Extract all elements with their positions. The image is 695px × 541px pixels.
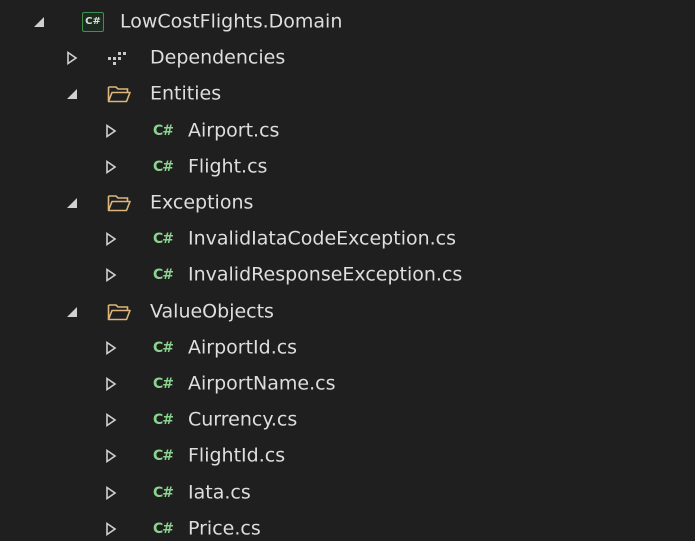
collapsed-arrow-icon[interactable]	[103, 448, 119, 464]
tree-item-label: FlightId.cs	[188, 444, 286, 467]
csharp-file-glyph: C#	[153, 375, 174, 392]
csharp-file-icon: C#	[153, 412, 174, 429]
tree-item[interactable]: C# AirportId.cs	[0, 330, 695, 366]
tree-item[interactable]: C# AirportName.cs	[0, 366, 695, 402]
folder-open-icon	[107, 84, 131, 104]
csharp-file-glyph: C#	[153, 122, 174, 139]
csharp-file-glyph: C#	[153, 267, 174, 284]
csharp-file-icon: C#	[153, 231, 174, 248]
csharp-file-icon: C#	[153, 448, 174, 465]
csharp-file-icon: C#	[153, 122, 174, 139]
folder-open-icon	[107, 302, 131, 322]
dependencies-icon	[107, 49, 127, 67]
csharp-file-glyph: C#	[153, 158, 174, 175]
collapsed-arrow-icon[interactable]	[103, 159, 119, 175]
tree-item-label: AirportName.cs	[188, 372, 336, 395]
csharp-file-icon: C#	[153, 339, 174, 356]
csharp-project-badge: C#	[82, 12, 104, 33]
expanded-arrow-icon[interactable]	[64, 304, 80, 320]
tree-item[interactable]: C# FlightId.cs	[0, 438, 695, 474]
collapsed-arrow-icon[interactable]	[103, 267, 119, 283]
expanded-arrow-icon[interactable]	[64, 86, 80, 102]
collapsed-arrow-icon[interactable]	[103, 376, 119, 392]
solution-explorer-panel: C# LowCostFlights.Domain Dependencies Entit…	[0, 0, 695, 541]
tree-item[interactable]: C# LowCostFlights.Domain	[0, 4, 695, 40]
tree-item-label: Iata.cs	[188, 481, 251, 504]
tree-item-label: AirportId.cs	[188, 336, 298, 359]
csharp-file-glyph: C#	[153, 412, 174, 429]
csharp-project-icon: C#	[82, 12, 104, 33]
csharp-file-icon: C#	[153, 375, 174, 392]
tree-item[interactable]: Exceptions	[0, 185, 695, 221]
folder-open-icon	[107, 193, 131, 213]
tree-item-label: Price.cs	[188, 517, 261, 540]
tree-item[interactable]: C# Flight.cs	[0, 149, 695, 185]
tree-item[interactable]: C# Currency.cs	[0, 402, 695, 438]
tree-item[interactable]: Dependencies	[0, 40, 695, 76]
tree-item-label: Dependencies	[150, 46, 286, 69]
csharp-file-icon: C#	[153, 520, 174, 537]
csharp-file-glyph: C#	[153, 231, 174, 248]
csharp-file-glyph: C#	[153, 448, 174, 465]
tree-item[interactable]: Entities	[0, 76, 695, 112]
tree-item[interactable]: ValueObjects	[0, 294, 695, 330]
tree-item-label: InvalidResponseException.cs	[188, 263, 463, 286]
project-tree: C# LowCostFlights.Domain Dependencies Entit…	[0, 4, 695, 541]
tree-item-label: Exceptions	[150, 191, 254, 214]
expanded-arrow-icon[interactable]	[64, 195, 80, 211]
collapsed-arrow-icon[interactable]	[103, 412, 119, 428]
tree-item[interactable]: C# InvalidResponseException.cs	[0, 257, 695, 293]
collapsed-arrow-icon[interactable]	[103, 231, 119, 247]
csharp-file-icon: C#	[153, 484, 174, 501]
tree-item-label: Flight.cs	[188, 155, 268, 178]
csharp-file-glyph: C#	[153, 484, 174, 501]
collapsed-arrow-icon[interactable]	[103, 123, 119, 139]
tree-item[interactable]: C# Iata.cs	[0, 474, 695, 510]
csharp-file-icon: C#	[153, 267, 174, 284]
tree-item-label: Entities	[150, 82, 222, 105]
tree-item-label: InvalidIataCodeException.cs	[188, 227, 457, 250]
tree-item[interactable]: C# Price.cs	[0, 511, 695, 541]
tree-item[interactable]: C# Airport.cs	[0, 113, 695, 149]
collapsed-arrow-icon[interactable]	[103, 485, 119, 501]
tree-item-label: Currency.cs	[188, 408, 298, 431]
expanded-arrow-icon[interactable]	[31, 14, 47, 30]
tree-item-label: Airport.cs	[188, 119, 280, 142]
csharp-file-icon: C#	[153, 158, 174, 175]
tree-item-label: LowCostFlights.Domain	[120, 10, 343, 33]
tree-item[interactable]: C# InvalidIataCodeException.cs	[0, 221, 695, 257]
csharp-file-glyph: C#	[153, 520, 174, 537]
collapsed-arrow-icon[interactable]	[103, 521, 119, 537]
tree-item-label: ValueObjects	[150, 300, 274, 323]
collapsed-arrow-icon[interactable]	[103, 340, 119, 356]
collapsed-arrow-icon[interactable]	[64, 50, 80, 66]
csharp-file-glyph: C#	[153, 339, 174, 356]
